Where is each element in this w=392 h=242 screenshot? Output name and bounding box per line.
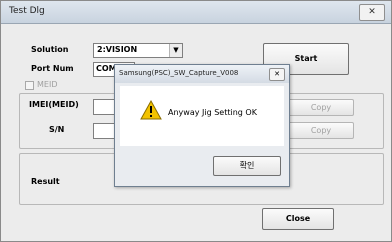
dialog-close-button[interactable]: ✕ <box>269 68 285 81</box>
dialog-title-bar: Samsung(PSC)_SW_Capture_V008 ✕ <box>115 65 289 83</box>
close-button[interactable]: Close <box>262 208 334 230</box>
result-label: Result <box>31 177 60 186</box>
dialog-body: Anyway Jig Setting OK <box>120 86 284 146</box>
copy-imei-button[interactable]: Copy <box>288 99 354 116</box>
port-label: Port Num <box>31 64 74 73</box>
dialog-title: Samsung(PSC)_SW_Capture_V008 <box>119 69 239 77</box>
copy-sn-button[interactable]: Copy <box>288 122 354 139</box>
ok-button[interactable]: 확인 <box>213 156 281 176</box>
solution-label: Solution <box>31 45 69 54</box>
solution-value: 2:VISION <box>97 45 138 54</box>
close-window-button[interactable]: ✕ <box>359 4 385 21</box>
dialog-message: Anyway Jig Setting OK <box>168 108 257 117</box>
warning-icon <box>140 100 162 120</box>
meid-checkbox[interactable] <box>25 81 34 90</box>
meid-label: MEID <box>37 80 58 89</box>
chevron-down-icon[interactable]: ▼ <box>169 44 182 57</box>
imei-label: IMEI(MEID) <box>29 100 79 109</box>
title-bar: Test Dlg ✕ <box>1 1 391 24</box>
message-dialog: Samsung(PSC)_SW_Capture_V008 ✕ Anyway Ji… <box>114 64 290 187</box>
sn-label: S/N <box>49 125 65 134</box>
window-title: Test Dlg <box>9 6 45 16</box>
solution-select[interactable]: 2:VISION ▼ <box>93 43 183 58</box>
